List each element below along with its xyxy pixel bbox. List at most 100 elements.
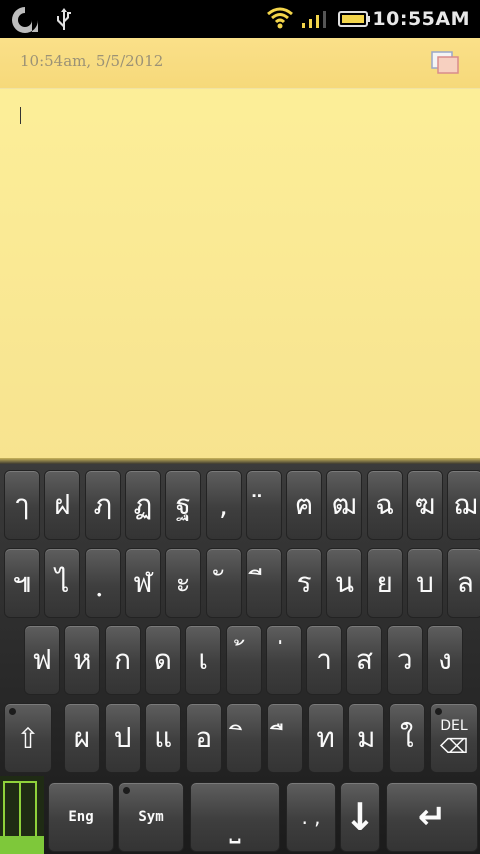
key-r4-3[interactable]: แ — [145, 703, 182, 773]
note-timestamp: 10:54am, 5/5/2012 — [20, 52, 164, 70]
key-label: ฬ — [133, 566, 153, 599]
key-r1-7[interactable]: ̈ — [245, 470, 282, 540]
key-label: ล — [456, 566, 474, 599]
key-r1-12[interactable]: ฌ — [447, 470, 480, 540]
key-r2-11[interactable]: บ — [407, 548, 443, 618]
key-label: ฦ — [93, 488, 112, 521]
key-label: ก — [114, 643, 132, 676]
key-r4-4[interactable]: อ — [185, 703, 222, 773]
key-r1-10[interactable]: ฉ — [366, 470, 403, 540]
key-r2-8[interactable]: ร — [286, 548, 323, 618]
punctuation-key[interactable]: . , — [286, 782, 336, 852]
battery-icon — [338, 11, 370, 27]
sym-key[interactable]: Sym — [118, 782, 184, 852]
note-header: 10:54am, 5/5/2012 — [0, 38, 480, 89]
delete-label: DEL — [440, 718, 468, 734]
key-r1-3[interactable]: ฦ — [84, 470, 121, 540]
shift-key[interactable]: ⇧ — [4, 703, 52, 773]
space-label: ⎵ — [229, 811, 241, 844]
key-r3-2[interactable]: ห — [64, 625, 101, 695]
key-r4-7[interactable]: ท — [307, 703, 344, 773]
wifi-icon — [267, 7, 293, 29]
key-r3-8[interactable]: า — [306, 625, 343, 695]
key-r2-3[interactable]: ฺ — [84, 548, 121, 618]
key-r2-9[interactable]: น — [326, 548, 363, 618]
delete-key[interactable]: DEL ⌫ — [430, 703, 478, 773]
note-text-area[interactable] — [0, 89, 480, 462]
backspace-icon: ⌫ — [439, 734, 469, 758]
key-r3-5[interactable]: เ — [185, 625, 222, 695]
key-label: ส — [355, 643, 373, 676]
key-r4-9[interactable]: ใ — [388, 703, 425, 773]
app-logo-icon — [12, 7, 38, 33]
hide-keyboard-icon: ↓ — [344, 795, 376, 839]
key-label: ไ — [55, 566, 70, 599]
key-r4-6[interactable]: ื — [267, 703, 303, 773]
key-r3-11[interactable]: ง — [427, 625, 463, 695]
enter-key[interactable]: ↵ — [386, 782, 478, 852]
key-r3-10[interactable]: ว — [386, 625, 423, 695]
key-r1-1[interactable]: ๅ — [4, 470, 40, 540]
key-r3-6[interactable]: ้ — [225, 625, 262, 695]
key-indicator-dot — [123, 787, 130, 794]
eng-label: Eng — [68, 809, 94, 825]
key-r1-8[interactable]: ฅ — [286, 470, 323, 540]
key-label: ฌ — [453, 488, 478, 521]
key-r1-5[interactable]: ฐ — [165, 470, 202, 540]
key-r2-12[interactable]: ล — [447, 548, 480, 618]
eng-key[interactable]: Eng — [48, 782, 114, 852]
sym-label: Sym — [138, 809, 164, 825]
key-label: อ — [195, 721, 213, 754]
key-r2-1[interactable]: ๚ — [4, 548, 40, 618]
key-r1-11[interactable]: ฆ — [407, 470, 443, 540]
key-r2-2[interactable]: ไ — [44, 548, 81, 618]
key-r4-1[interactable]: ผ — [64, 703, 100, 773]
note: 10:54am, 5/5/2012 — [0, 38, 480, 462]
key-label: บ — [416, 566, 434, 599]
space-key[interactable]: ⎵ — [190, 782, 280, 852]
key-label: ย — [376, 566, 393, 599]
key-r4-8[interactable]: ม — [348, 703, 385, 773]
key-indicator-dot — [435, 708, 442, 715]
key-label: ฉ — [375, 488, 395, 521]
key-r1-6[interactable]: , — [205, 470, 242, 540]
key-r1-9[interactable]: ฒ — [326, 470, 363, 540]
key-label: ร — [296, 566, 312, 599]
key-label: แ — [154, 721, 173, 754]
key-label: ฏ — [133, 488, 153, 521]
key-r3-1[interactable]: ฟ — [24, 625, 60, 695]
key-r2-10[interactable]: ย — [366, 548, 403, 618]
status-bar: 10:55AM — [0, 0, 480, 38]
key-label: ฆ — [414, 488, 436, 521]
key-label: ๚ — [12, 566, 32, 599]
key-label: ท — [316, 721, 335, 754]
key-r4-2[interactable]: ป — [104, 703, 141, 773]
key-r4-5[interactable]: ิ — [226, 703, 263, 773]
text-cursor — [20, 107, 21, 124]
hide-keyboard-key[interactable]: ↓ — [340, 782, 380, 852]
shift-label: ⇧ — [16, 721, 40, 755]
key-r2-7[interactable]: ี — [245, 548, 282, 618]
key-label: ะ — [175, 566, 191, 599]
key-r3-9[interactable]: ส — [346, 625, 383, 695]
language-switch-icon[interactable] — [0, 776, 44, 854]
copy-icon[interactable] — [430, 50, 460, 76]
key-r3-7[interactable]: ่ — [265, 625, 302, 695]
key-r1-2[interactable]: ฝ — [44, 470, 81, 540]
key-r3-3[interactable]: ก — [104, 625, 141, 695]
enter-icon: ↵ — [417, 797, 447, 837]
key-r2-6[interactable]: ั — [205, 548, 242, 618]
key-r2-5[interactable]: ะ — [165, 548, 202, 618]
key-label: ห — [73, 643, 92, 676]
key-r2-4[interactable]: ฬ — [124, 548, 161, 618]
key-label: ม — [356, 721, 376, 754]
signal-icon — [302, 11, 326, 28]
key-label: ฐ — [175, 488, 191, 521]
key-r3-4[interactable]: ด — [144, 625, 181, 695]
key-label: ว — [396, 643, 413, 676]
usb-icon — [57, 8, 71, 30]
key-label: ใ — [399, 721, 414, 754]
key-r1-4[interactable]: ฏ — [124, 470, 161, 540]
key-label: ง — [438, 643, 452, 676]
key-label: ฒ — [331, 488, 358, 521]
